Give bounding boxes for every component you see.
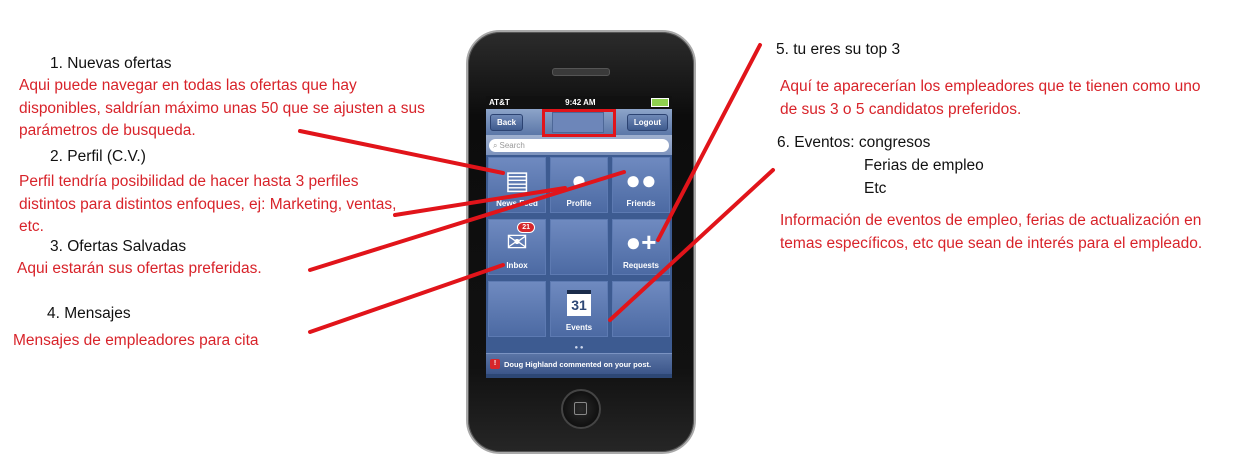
tile-label: Requests <box>622 261 659 270</box>
search-bar: ⌕ Search <box>486 135 672 155</box>
tile-empty <box>550 219 608 275</box>
carrier-label: AT&T <box>489 98 510 107</box>
newspaper-icon: ▤ <box>504 165 530 195</box>
highlight-box <box>542 109 616 137</box>
tile-events[interactable]: 31 Events <box>550 281 608 337</box>
search-input[interactable]: ⌕ Search <box>489 138 669 152</box>
search-icon: ⌕ <box>493 140 498 150</box>
notification-text: Doug Highland commented on your post. <box>504 359 652 369</box>
app-grid: ▤ News Feed ● Profile ●● Friends ✉ 21 In… <box>486 155 672 353</box>
tile-news-feed[interactable]: ▤ News Feed <box>488 157 546 213</box>
note-3-body: Aqui estarán sus ofertas preferidas. <box>17 260 262 277</box>
tile-label: News Feed <box>496 199 538 208</box>
note-2-body: Perfil tendría posibilidad de hacer hast… <box>19 173 397 235</box>
note-5-body: Aquí te aparecerían los empleadores que … <box>780 78 1201 118</box>
people-icon: ●● <box>625 165 657 195</box>
note-1-body: Aqui puede navegar en todas las ofertas … <box>19 77 425 139</box>
note-6-sub1: Ferias de empleo <box>864 157 984 174</box>
calendar-day: 31 <box>567 290 591 316</box>
envelope-icon: ✉ <box>506 227 528 257</box>
note-4-title: 4. Mensajes <box>47 305 131 322</box>
page-dots: ● ● <box>574 345 584 351</box>
note-2-title: 2. Perfil (C.V.) <box>50 148 146 165</box>
logout-button[interactable]: Logout <box>626 114 668 131</box>
tile-profile[interactable]: ● Profile <box>550 157 608 213</box>
note-5-title: 5. tu eres su top 3 <box>776 41 901 58</box>
tile-friends[interactable]: ●● Friends <box>612 157 670 213</box>
back-button[interactable]: Back <box>490 114 524 131</box>
notification-bar[interactable]: ! Doug Highland commented on your post. <box>486 353 672 374</box>
tile-label: Inbox <box>506 261 528 270</box>
speaker-grille <box>552 68 610 76</box>
calendar-icon: 31 <box>551 290 607 319</box>
tile-inbox[interactable]: ✉ 21 Inbox <box>488 219 546 275</box>
tile-label: Profile <box>566 199 592 208</box>
phone-screen: AT&T 9:42 AM Back Logout ⌕ Search ▤ News… <box>486 96 672 378</box>
note-1-title: 1. Nuevas ofertas <box>50 55 172 72</box>
search-placeholder: Search <box>499 140 525 150</box>
home-button[interactable] <box>561 389 601 429</box>
nav-bar: Back Logout <box>486 109 672 137</box>
tile-requests[interactable]: ●+ Requests <box>612 219 670 275</box>
clock-label: 9:42 AM <box>565 98 596 107</box>
notification-icon: ! <box>490 359 500 369</box>
tile-empty <box>488 281 546 337</box>
tile-empty <box>612 281 670 337</box>
tile-label: Events <box>565 323 593 332</box>
inbox-badge: 21 <box>517 222 535 233</box>
note-4-body: Mensajes de empleadores para cita <box>13 332 259 349</box>
battery-icon <box>651 98 669 107</box>
note-3-title: 3. Ofertas Salvadas <box>50 238 187 255</box>
phone-mockup: AT&T 9:42 AM Back Logout ⌕ Search ▤ News… <box>466 30 696 454</box>
note-6-body: Información de eventos de empleo, ferias… <box>780 212 1203 252</box>
note-6-title: 6. Eventos: congresos <box>777 134 931 151</box>
note-6-sub2: Etc <box>864 180 887 197</box>
person-icon: ● <box>571 165 587 195</box>
status-bar: AT&T 9:42 AM <box>486 96 672 109</box>
add-person-icon: ●+ <box>625 227 657 257</box>
tile-label: Friends <box>626 199 656 208</box>
